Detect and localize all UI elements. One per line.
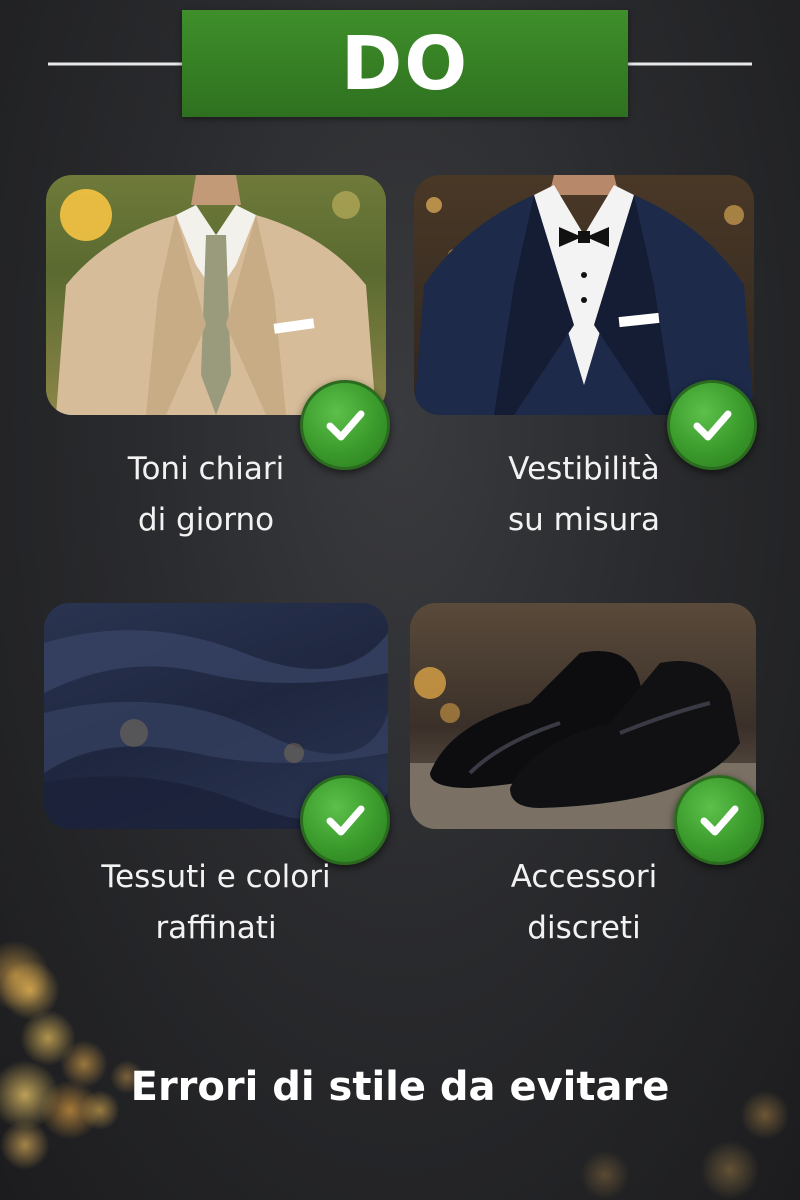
photo-navy-tuxedo [414,175,754,415]
navy-tuxedo-illustration [414,175,754,415]
banner-title: DO [340,20,470,107]
caption-toni-chiari: Toni chiari di giorno [127,451,285,538]
bokeh-light [580,1150,630,1200]
caption-vestibilita: Vestibilità su misura [507,451,660,538]
bokeh-light [20,1010,76,1066]
do-banner: DO [182,10,628,117]
photo-beige-suit [46,175,386,415]
footer-title: Errori di stile da evitare [130,1064,670,1110]
beige-suit-illustration [56,175,376,415]
caption-accessori: Accessori discreti [510,859,658,946]
bokeh-light [0,1120,50,1170]
bokeh-light [700,1140,760,1200]
caption-tessuti: Tessuti e colori raffinati [101,859,331,946]
bokeh-light [0,960,60,1020]
